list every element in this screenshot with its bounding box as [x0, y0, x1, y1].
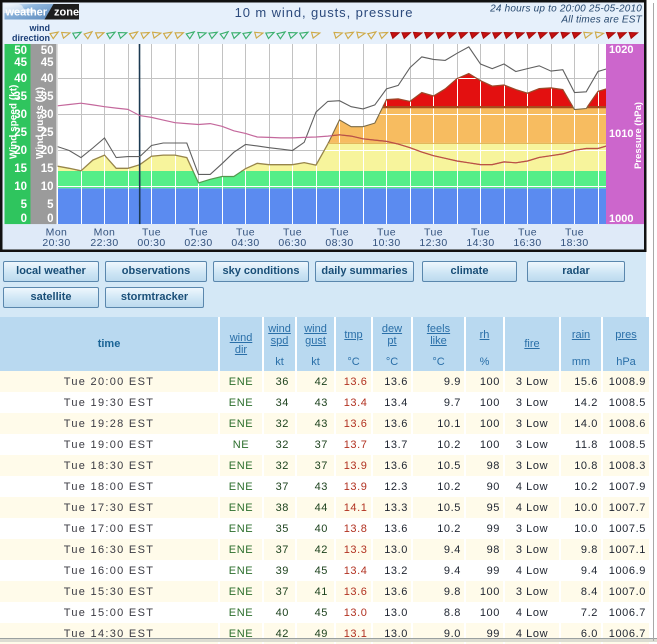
svg-text:10: 10	[14, 181, 27, 193]
svg-text:14:30: 14:30	[466, 237, 494, 249]
svg-text:direction: direction	[12, 33, 50, 43]
svg-text:40: 40	[14, 73, 27, 85]
svg-text:1010: 1010	[609, 128, 633, 140]
svg-text:04:30: 04:30	[231, 237, 259, 249]
svg-text:20:30: 20:30	[42, 237, 70, 249]
svg-text:45: 45	[41, 57, 54, 69]
svg-text:15: 15	[41, 163, 54, 175]
svg-text:Wind speed (kt): Wind speed (kt)	[9, 85, 20, 159]
svg-text:10:30: 10:30	[372, 237, 400, 249]
svg-text:5: 5	[21, 199, 28, 211]
svg-text:15: 15	[14, 163, 27, 175]
svg-text:zone: zone	[54, 7, 79, 19]
svg-text:0: 0	[47, 213, 53, 225]
svg-text:All times are EST: All times are EST	[560, 15, 642, 26]
svg-text:16:30: 16:30	[513, 237, 541, 249]
svg-text:1020: 1020	[609, 44, 633, 56]
svg-text:50: 50	[14, 45, 27, 57]
svg-text:5: 5	[47, 199, 54, 211]
svg-text:weather: weather	[5, 7, 48, 19]
svg-text:40: 40	[41, 73, 54, 85]
svg-text:18:30: 18:30	[560, 237, 588, 249]
svg-text:02:30: 02:30	[184, 237, 212, 249]
svg-text:wind: wind	[29, 23, 51, 33]
svg-text:24 hours up to 20:00 25-05-201: 24 hours up to 20:00 25-05-2010	[489, 4, 642, 15]
svg-text:08:30: 08:30	[325, 237, 353, 249]
svg-text:45: 45	[14, 57, 27, 69]
svg-text:00:30: 00:30	[137, 237, 165, 249]
svg-text:1000: 1000	[609, 213, 633, 225]
svg-text:22:30: 22:30	[90, 237, 118, 249]
svg-text:10: 10	[41, 181, 54, 193]
svg-text:12:30: 12:30	[419, 237, 447, 249]
svg-text:10 m wind, gusts, pressure: 10 m wind, gusts, pressure	[235, 5, 414, 20]
svg-text:Wind gusts (kt): Wind gusts (kt)	[35, 87, 46, 159]
svg-text:06:30: 06:30	[278, 237, 306, 249]
svg-text:50: 50	[41, 45, 54, 57]
svg-text:Pressure (hPa): Pressure (hPa)	[633, 102, 644, 169]
svg-text:0: 0	[21, 213, 27, 225]
